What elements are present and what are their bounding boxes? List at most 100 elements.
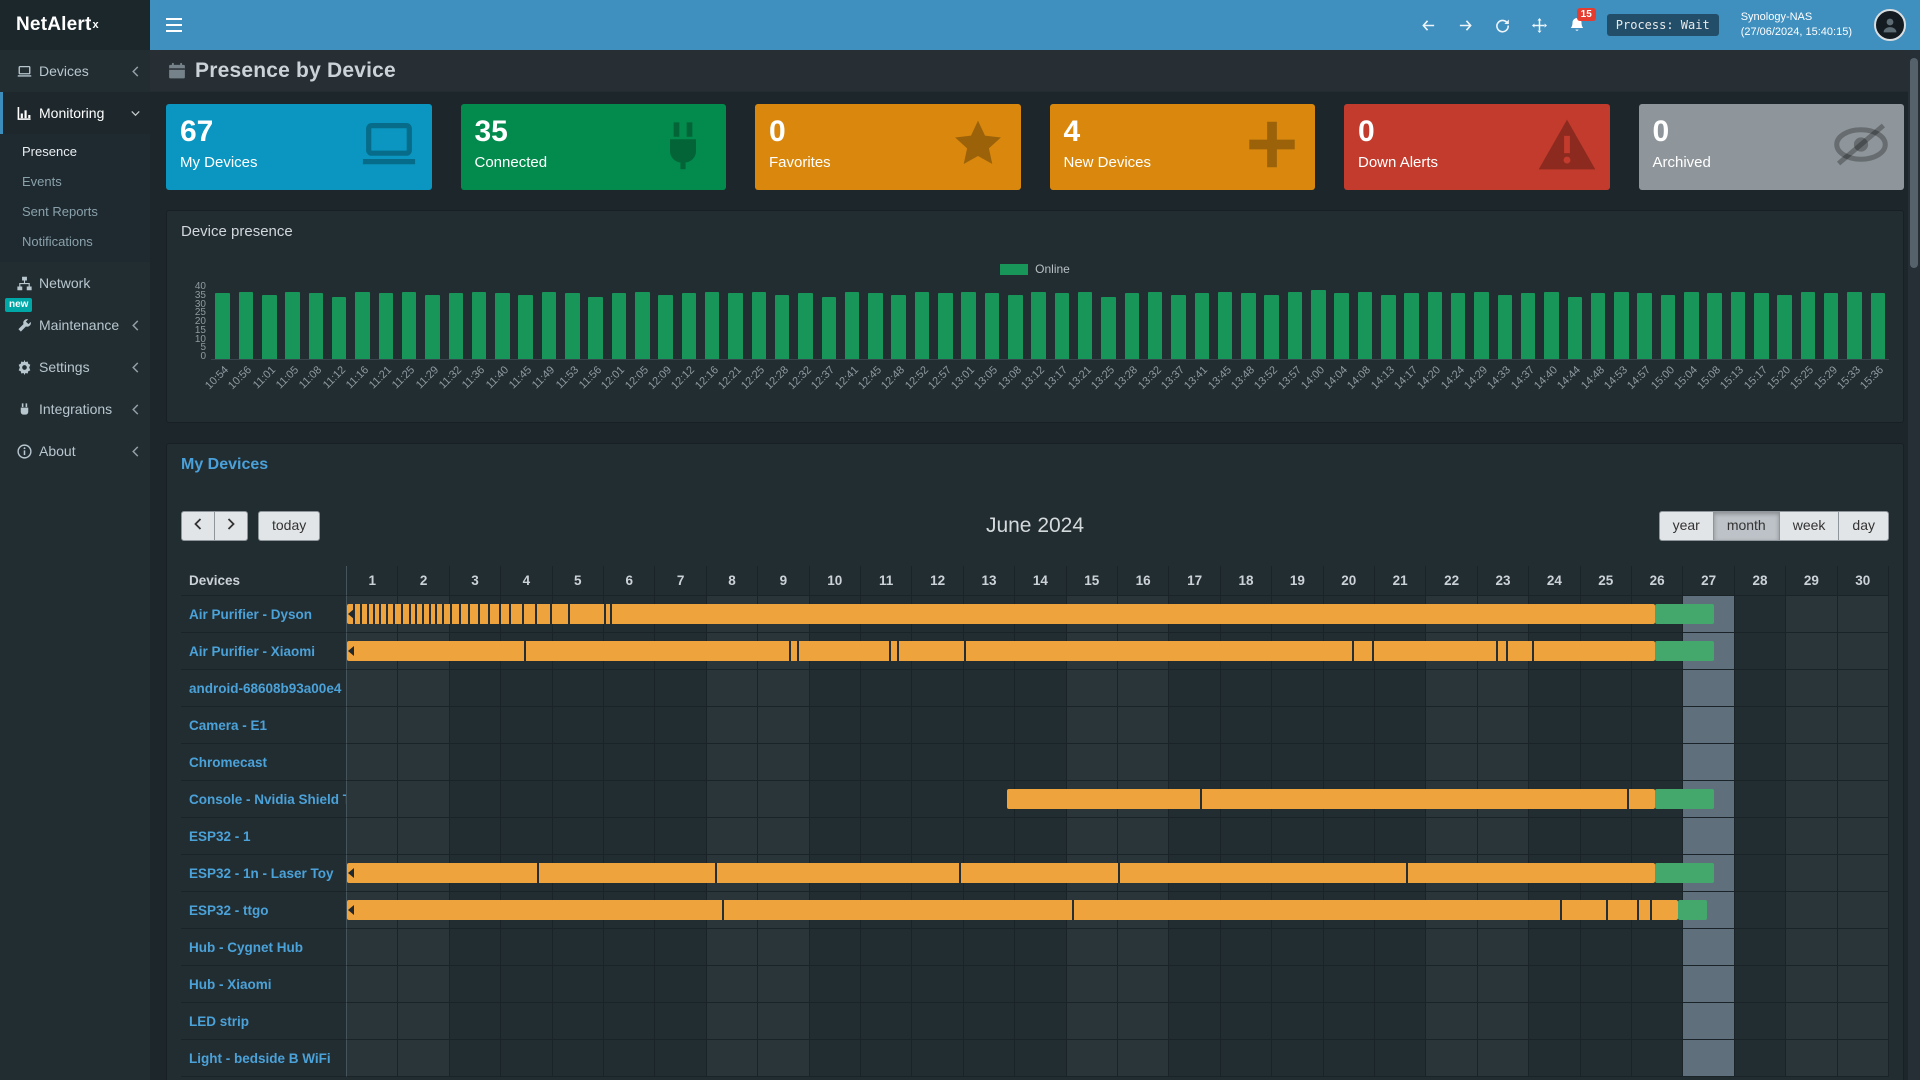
presence-bar-online-now[interactable]	[1655, 641, 1714, 661]
device-name-link[interactable]: Chromecast	[181, 744, 347, 781]
refresh-icon[interactable]	[1495, 18, 1510, 33]
sidebar-item-maintenance[interactable]: Maintenancenew	[0, 304, 150, 346]
device-name-link[interactable]: Console - Nvidia Shield TV	[181, 781, 347, 818]
view-switcher: yearmonthweekday	[1659, 511, 1889, 541]
sidebar-subitem-notifications[interactable]: Notifications	[0, 226, 150, 256]
device-name-link[interactable]: ESP32 - ttgo	[181, 892, 347, 929]
presence-bar-online-now[interactable]	[1678, 900, 1706, 920]
device-name-link[interactable]: Camera - E1	[181, 707, 347, 744]
day-cell	[398, 818, 449, 855]
presence-gap-tick	[1406, 863, 1408, 883]
chart-bar	[798, 293, 812, 359]
stat-card-down-alerts[interactable]: 0Down Alerts	[1344, 104, 1610, 190]
sidebar-subitem-sent-reports[interactable]: Sent Reports	[0, 196, 150, 226]
app-logo[interactable]: NetAlertx	[0, 0, 150, 50]
day-cell	[1786, 855, 1837, 892]
device-name-link[interactable]: Hub - Xiaomi	[181, 966, 347, 1003]
sidebar-subitem-presence[interactable]: Presence	[0, 136, 150, 166]
presence-bar-online-now[interactable]	[1655, 604, 1714, 624]
chart-bar	[1334, 293, 1348, 359]
device-name-link[interactable]: ESP32 - 1	[181, 818, 347, 855]
move-icon[interactable]	[1532, 18, 1547, 33]
chart-bar-slot: 12:41	[840, 284, 863, 359]
x-tick-label: 12:05	[623, 364, 651, 392]
prev-month-button[interactable]	[181, 511, 215, 541]
device-name-link[interactable]: LED strip	[181, 1003, 347, 1040]
day-cell	[707, 929, 758, 966]
day-cell	[501, 1040, 552, 1077]
day-cell	[398, 781, 449, 818]
notifications-button[interactable]: 15	[1569, 17, 1585, 33]
stat-card-new-devices[interactable]: 4New Devices	[1050, 104, 1316, 190]
sidebar-item-about[interactable]: About	[0, 430, 150, 472]
next-month-button[interactable]	[215, 511, 248, 541]
sidebar-item-integrations[interactable]: Integrations	[0, 388, 150, 430]
presence-bar[interactable]	[347, 863, 1655, 883]
x-tick-label: 13:25	[1089, 364, 1117, 392]
day-cell	[912, 929, 963, 966]
view-month-button[interactable]: month	[1714, 511, 1780, 541]
stat-card-connected[interactable]: 35Connected	[461, 104, 727, 190]
continues-before-arrow	[348, 609, 354, 619]
x-tick-label: 13:41	[1182, 364, 1210, 392]
forward-icon[interactable]	[1458, 18, 1473, 33]
device-name-link[interactable]: Air Purifier - Dyson	[181, 596, 347, 633]
sidebar-subitem-events[interactable]: Events	[0, 166, 150, 196]
day-cell	[655, 966, 706, 1003]
chart-bar-slot: 14:57	[1633, 284, 1656, 359]
chart-bar	[705, 292, 719, 360]
sidebar-toggle-button[interactable]	[150, 0, 198, 50]
presence-bar[interactable]	[347, 900, 1678, 920]
chart-bar	[1731, 292, 1745, 360]
presence-bar[interactable]	[1007, 789, 1655, 809]
day-headers: 1234567891011121314151617181920212223242…	[347, 566, 1889, 596]
sidebar-item-monitoring[interactable]: Monitoring	[0, 92, 150, 134]
stat-card-my-devices[interactable]: 67My Devices	[166, 104, 432, 190]
view-year-button[interactable]: year	[1659, 511, 1714, 541]
chevron-down-icon	[131, 108, 140, 119]
page-scrollbar[interactable]	[1908, 50, 1920, 1080]
stat-card-favorites[interactable]: 0Favorites	[755, 104, 1021, 190]
day-cell	[964, 744, 1015, 781]
presence-bar[interactable]	[347, 641, 1655, 661]
day-cell	[758, 707, 809, 744]
view-day-button[interactable]: day	[1839, 511, 1889, 541]
legend-label: Online	[1035, 262, 1070, 276]
sidebar-item-devices[interactable]: Devices	[0, 50, 150, 92]
warning-icon	[1538, 119, 1596, 176]
sidebar-item-settings[interactable]: Settings	[0, 346, 150, 388]
avatar[interactable]	[1874, 9, 1906, 41]
presence-bar-online-now[interactable]	[1655, 789, 1714, 809]
device-name-link[interactable]: Light - bedside B WiFi	[181, 1040, 347, 1077]
chart-bar-slot: 11:36	[467, 284, 490, 359]
day-cell	[655, 744, 706, 781]
day-cell	[1478, 818, 1529, 855]
presence-bar-online-now[interactable]	[1655, 863, 1714, 883]
presence-bar[interactable]	[347, 604, 1655, 624]
day-cell	[1632, 707, 1683, 744]
day-cell	[1786, 929, 1837, 966]
stat-card-archived[interactable]: 0Archived	[1639, 104, 1905, 190]
timeline-row: ESP32 - 1n - Laser Toy	[181, 855, 1889, 892]
day-cell	[1735, 670, 1786, 707]
view-week-button[interactable]: week	[1780, 511, 1840, 541]
day-cell	[1067, 929, 1118, 966]
day-cell	[501, 929, 552, 966]
x-tick-label: 12:41	[833, 364, 861, 392]
sidebar-item-label: Monitoring	[39, 105, 104, 121]
scrollbar-thumb[interactable]	[1910, 58, 1918, 268]
device-name-link[interactable]: android-68608b93a00e4	[181, 670, 347, 707]
top-header: 15 Process: Wait Synology-NAS (27/06/202…	[150, 0, 1920, 50]
chart-bar-slot: 14:44	[1563, 284, 1586, 359]
presence-gap-tick	[450, 604, 452, 624]
device-name-link[interactable]: Hub - Cygnet Hub	[181, 929, 347, 966]
device-name-link[interactable]: Air Purifier - Xiaomi	[181, 633, 347, 670]
back-icon[interactable]	[1421, 18, 1436, 33]
x-tick-label: 14:08	[1346, 364, 1374, 392]
day-cell	[1735, 596, 1786, 633]
today-button[interactable]: today	[258, 511, 320, 541]
day-cell	[1221, 818, 1272, 855]
x-tick-label: 12:48	[879, 364, 907, 392]
device-name-link[interactable]: ESP32 - 1n - Laser Toy	[181, 855, 347, 892]
continues-before-arrow	[348, 905, 354, 915]
